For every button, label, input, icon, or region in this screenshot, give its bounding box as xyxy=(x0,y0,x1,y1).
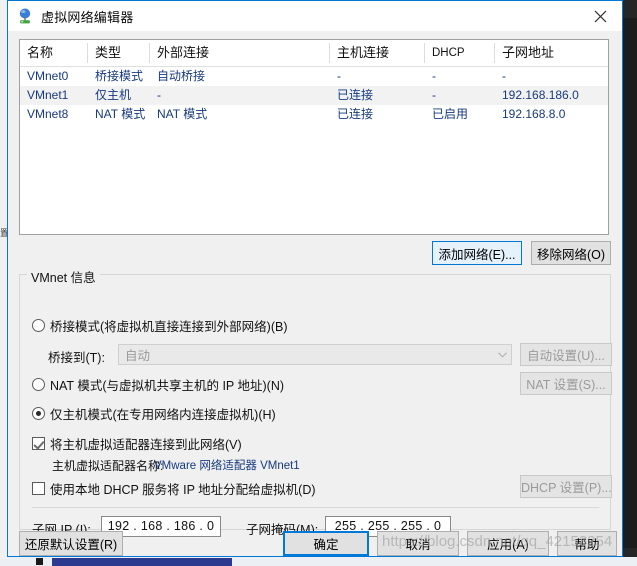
table-row[interactable]: VMnet1 仅主机 - 已连接 - 192.168.186.0 xyxy=(20,86,608,105)
cell-name: VMnet0 xyxy=(27,69,69,83)
adapter-name-label: 主机虚拟适配器名称: xyxy=(52,459,164,473)
radio-indicator-nat xyxy=(32,378,45,391)
column-header-subnet[interactable]: 子网地址 xyxy=(495,40,608,66)
table-header-row: 名称 类型 外部连接 主机连接 DHCP 子网地址 xyxy=(20,40,608,67)
checkbox-connect-adapter-label: 将主机虚拟适配器连接到此网络(V) xyxy=(50,438,242,452)
auto-settings-button[interactable]: 自动设置(U)... xyxy=(520,343,612,366)
radio-indicator-hostonly xyxy=(32,407,45,420)
column-header-dhcp[interactable]: DHCP xyxy=(425,40,495,66)
nat-settings-button[interactable]: NAT 设置(S)... xyxy=(520,372,612,395)
cell-name: VMnet1 xyxy=(27,88,69,102)
apply-button[interactable]: 应用(A) xyxy=(467,531,549,556)
cell-subnet: 192.168.186.0 xyxy=(502,88,579,102)
cell-external: 自动桥接 xyxy=(157,69,206,83)
chevron-down-icon xyxy=(493,351,511,358)
window-title: 虚拟网络编辑器 xyxy=(41,9,134,25)
virtual-network-editor-dialog: 虚拟网络编辑器 名称 类型 外部连接 主机连接 DHCP 子网地址 VMnet0… xyxy=(7,0,623,557)
dialog-body: 名称 类型 外部连接 主机连接 DHCP 子网地址 VMnet0 桥接模式 自动… xyxy=(8,31,622,556)
dhcp-settings-button[interactable]: DHCP 设置(P)... xyxy=(520,475,612,498)
table-row[interactable]: VMnet0 桥接模式 自动桥接 - - - xyxy=(20,67,608,86)
help-button[interactable]: 帮助 xyxy=(557,531,617,556)
cell-host: - xyxy=(337,69,341,83)
bridged-to-label: 桥接到(T): xyxy=(48,351,105,365)
column-divider[interactable] xyxy=(494,43,495,63)
checkbox-indicator-use-dhcp xyxy=(32,482,45,495)
cell-subnet: 192.168.8.0 xyxy=(502,107,566,121)
background-bottom-window xyxy=(0,557,637,566)
radio-hostonly-mode[interactable]: 仅主机模式(在专用网络内连接虚拟机)(H) xyxy=(32,404,276,423)
cell-dhcp: - xyxy=(432,69,436,83)
cell-type: NAT 模式 xyxy=(95,107,146,121)
checkbox-connect-host-adapter[interactable]: 将主机虚拟适配器连接到此网络(V) xyxy=(32,434,242,453)
cell-type: 桥接模式 xyxy=(95,69,144,83)
background-bottom-window-accent xyxy=(52,558,232,566)
networks-table[interactable]: 名称 类型 外部连接 主机连接 DHCP 子网地址 VMnet0 桥接模式 自动… xyxy=(19,39,609,235)
checkbox-use-local-dhcp[interactable]: 使用本地 DHCP 服务将 IP 地址分配给虚拟机(D) xyxy=(32,479,316,498)
ok-button[interactable]: 确定 xyxy=(283,531,369,556)
column-header-host[interactable]: 主机连接 xyxy=(330,40,425,66)
cell-host: 已连接 xyxy=(337,88,374,102)
remove-network-button[interactable]: 移除网络(O) xyxy=(531,241,611,265)
title-bar: 虚拟网络编辑器 xyxy=(8,1,622,31)
radio-bridged-label: 桥接模式(将虚拟机直接连接到外部网络)(B) xyxy=(50,320,288,334)
virtual-network-icon xyxy=(16,7,34,25)
background-bottom-window-icon xyxy=(36,558,43,565)
cell-name: VMnet8 xyxy=(27,107,69,121)
column-divider[interactable] xyxy=(608,43,609,63)
background-left-text: 置管机虚 xyxy=(0,228,7,238)
radio-nat-label: NAT 模式(与虚拟机共享主机的 IP 地址)(N) xyxy=(50,379,285,393)
column-divider[interactable] xyxy=(329,43,330,63)
column-divider[interactable] xyxy=(424,43,425,63)
cell-external: - xyxy=(157,88,161,102)
table-body: VMnet0 桥接模式 自动桥接 - - - VMnet1 仅主机 - 已连接 … xyxy=(20,67,608,124)
adapter-name-value: VMware 网络适配器 VMnet1 xyxy=(154,460,300,472)
cell-dhcp: - xyxy=(432,88,436,102)
add-network-button[interactable]: 添加网络(E)... xyxy=(432,241,522,265)
checkbox-indicator-connect-adapter xyxy=(32,437,45,450)
close-icon[interactable] xyxy=(578,1,622,31)
column-header-external[interactable]: 外部连接 xyxy=(150,40,330,66)
vmnet-info-legend: VMnet 信息 xyxy=(27,267,100,286)
cell-dhcp: 已启用 xyxy=(432,107,469,121)
restore-defaults-button[interactable]: 还原默认设置(R) xyxy=(19,531,123,556)
background-left-strip xyxy=(0,0,7,566)
column-header-name[interactable]: 名称 xyxy=(20,40,88,66)
column-divider[interactable] xyxy=(87,43,88,63)
cell-type: 仅主机 xyxy=(95,88,132,102)
checkbox-use-dhcp-label: 使用本地 DHCP 服务将 IP 地址分配给虚拟机(D) xyxy=(50,483,316,497)
bridged-to-combobox[interactable]: 自动 xyxy=(118,344,512,365)
bridged-to-value: 自动 xyxy=(125,349,151,363)
cell-external: NAT 模式 xyxy=(157,107,208,121)
radio-bridged-mode[interactable]: 桥接模式(将虚拟机直接连接到外部网络)(B) xyxy=(32,316,288,335)
cancel-button[interactable]: 取消 xyxy=(377,531,459,556)
column-header-type[interactable]: 类型 xyxy=(88,40,150,66)
section-divider xyxy=(32,507,599,508)
cell-subnet: - xyxy=(502,69,506,83)
radio-hostonly-label: 仅主机模式(在专用网络内连接虚拟机)(H) xyxy=(50,408,276,422)
background-right-dark-area xyxy=(623,18,637,548)
radio-nat-mode[interactable]: NAT 模式(与虚拟机共享主机的 IP 地址)(N) xyxy=(32,375,284,394)
radio-indicator-bridged xyxy=(32,319,45,332)
column-divider[interactable] xyxy=(149,43,150,63)
cell-host: 已连接 xyxy=(337,107,374,121)
table-row[interactable]: VMnet8 NAT 模式 NAT 模式 已连接 已启用 192.168.8.0 xyxy=(20,105,608,124)
